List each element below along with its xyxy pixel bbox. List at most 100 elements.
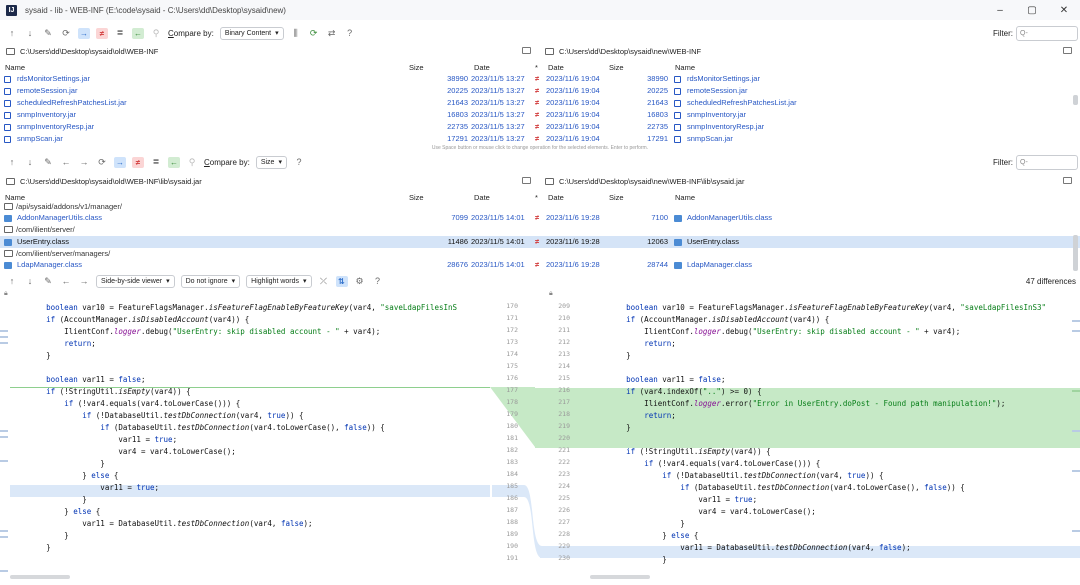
- arrow-down-icon[interactable]: ↓: [24, 156, 36, 168]
- filter-group: Filter: Q-: [993, 154, 1078, 170]
- arrow-up-icon[interactable]: ↑: [6, 27, 18, 39]
- left-path[interactable]: C:\Users\dd\Desktop\sysaid\old\WEB-INF: [0, 44, 539, 58]
- swap-icon[interactable]: ⇄: [326, 27, 338, 39]
- jar-file-icon: [674, 100, 681, 107]
- compare-by-label: Compare by:: [204, 157, 250, 167]
- line-number: 187: [506, 506, 518, 514]
- browse-folder-icon[interactable]: [1063, 177, 1072, 184]
- copy-left-icon[interactable]: ←: [168, 156, 180, 168]
- edit-icon[interactable]: ✎: [42, 156, 54, 168]
- settings-icon[interactable]: ⚙: [354, 275, 366, 287]
- left-editor[interactable]: boolean var10 = FeatureFlagsManager.isFe…: [10, 301, 490, 571]
- help-icon[interactable]: ?: [293, 156, 305, 168]
- code-line: if (!var4.equals(var4.toLowerCase())) {: [644, 459, 821, 468]
- refresh-icon[interactable]: ⟳: [60, 27, 72, 39]
- arrow-up-icon[interactable]: ↑: [6, 275, 18, 287]
- arrow-down-icon[interactable]: ↓: [24, 27, 36, 39]
- col-name-right[interactable]: Name: [675, 63, 695, 72]
- exclude-icon[interactable]: ⚲: [150, 27, 162, 39]
- line-number: 230: [558, 554, 570, 562]
- jar-file-icon: [4, 124, 11, 131]
- right-path[interactable]: C:\Users\dd\Desktop\sysaid\new\WEB-INF\l…: [539, 174, 1080, 188]
- col-star[interactable]: *: [535, 63, 538, 72]
- filter-input[interactable]: Q-: [1016, 154, 1078, 170]
- help-icon[interactable]: ?: [344, 27, 356, 39]
- title-bar: IJ sysaid - lib - WEB-INF (E:\code\sysai…: [0, 0, 1080, 20]
- jar-file-icon: [4, 136, 11, 143]
- edit-icon[interactable]: ✎: [42, 27, 54, 39]
- table-row[interactable]: scheduledRefreshPatchesList.jar 21643 2023…: [0, 97, 1080, 109]
- browse-folder-icon[interactable]: [1063, 47, 1072, 54]
- copy-right-icon[interactable]: →: [78, 27, 90, 39]
- code-line: IlientConf.logger.debug("UserEntry: skip…: [10, 327, 381, 336]
- minimize-button[interactable]: –: [984, 0, 1016, 20]
- col-size[interactable]: Size: [409, 63, 424, 72]
- folder-icon: [545, 177, 554, 185]
- compare-by-dropdown[interactable]: Size ▾: [255, 155, 287, 169]
- line-number: 186: [506, 494, 518, 502]
- table-row[interactable]: remoteSession.jar 20225 2023/11/5 13:27 ≠ 20…: [0, 85, 1080, 97]
- viewer-mode-dropdown[interactable]: Side-by-side viewer ▾: [96, 274, 175, 288]
- col-size-right[interactable]: Size: [609, 63, 624, 72]
- browse-folder-icon[interactable]: [522, 177, 531, 184]
- right-editor[interactable]: boolean var10 = FeatureFlagsManager.isFe…: [590, 301, 1080, 571]
- highlight-dropdown[interactable]: Highlight words ▾: [246, 274, 312, 288]
- table-scrollbar[interactable]: [1073, 235, 1078, 271]
- show-equal-icon[interactable]: =: [114, 28, 126, 39]
- code-line: var4 = var4.toLowerCase();: [590, 507, 816, 516]
- browse-folder-icon[interactable]: [522, 47, 531, 54]
- copy-right-icon[interactable]: →: [114, 156, 126, 168]
- gutter-marker: [0, 342, 8, 344]
- right-path[interactable]: C:\Users\dd\Desktop\sysaid\new\WEB-INF: [539, 44, 1080, 58]
- left-path[interactable]: C:\Users\dd\Desktop\sysaid\old\WEB-INF\l…: [0, 174, 539, 188]
- show-different-icon[interactable]: ≠: [96, 27, 108, 39]
- col-date[interactable]: Date: [474, 63, 490, 72]
- code-line: if (!StringUtil.isEmpty(var4)) {: [626, 447, 771, 456]
- ignore-dropdown[interactable]: Do not ignore ▾: [180, 274, 241, 288]
- close-button[interactable]: ✕: [1048, 0, 1080, 20]
- arrow-up-icon[interactable]: ↑: [6, 156, 18, 168]
- gutter-marker: [1072, 430, 1080, 432]
- sync-scroll-icon[interactable]: ⇅: [335, 275, 348, 287]
- forward-icon[interactable]: →: [78, 275, 90, 287]
- copy-left-icon[interactable]: ←: [132, 27, 144, 39]
- line-number: 171: [506, 314, 518, 322]
- table-row[interactable]: snmpInventoryResp.jar 22735 2023/11/5 13:2…: [0, 121, 1080, 133]
- code-line: var11 = DatabaseUtil.testDbConnection(va…: [590, 543, 911, 552]
- table-row-selected[interactable]: UserEntry.class 11486 2023/11/5 14:01 ≠ …: [0, 236, 1080, 248]
- table-row[interactable]: rdsMonitorSettings.jar 38990 2023/11/5 13:…: [0, 73, 1080, 85]
- table-row[interactable]: snmpScan.jar 17291 2023/11/5 13:27 ≠ 2023/11…: [0, 133, 1080, 145]
- arrow-down-icon[interactable]: ↓: [24, 275, 36, 287]
- line-number: 179: [506, 410, 518, 418]
- right-path-text: C:\Users\dd\Desktop\sysaid\new\WEB-INF: [559, 46, 702, 56]
- horizontal-scrollbar[interactable]: [590, 575, 650, 579]
- line-number: 170: [506, 302, 518, 310]
- horizontal-scrollbar[interactable]: [10, 575, 70, 579]
- back-icon[interactable]: ←: [60, 275, 72, 287]
- forward-icon[interactable]: →: [78, 156, 90, 168]
- table-scrollbar[interactable]: [1073, 95, 1078, 105]
- help-icon[interactable]: ?: [372, 275, 384, 287]
- refresh-icon[interactable]: ⟳: [96, 156, 108, 168]
- col-date-right[interactable]: Date: [548, 63, 564, 72]
- settings-refresh-icon[interactable]: ⟳: [308, 27, 320, 39]
- show-different-icon[interactable]: ≠: [132, 156, 144, 168]
- edit-icon[interactable]: ✎: [42, 275, 54, 287]
- table-row[interactable]: LdapManager.class 28676 2023/11/5 14:01 …: [0, 259, 1080, 271]
- sync-icon[interactable]: ⫼: [290, 27, 302, 39]
- table-row[interactable]: snmpInventory.jar 16803 2023/11/5 13:27 ≠ 20…: [0, 109, 1080, 121]
- jar-file-icon: [4, 76, 11, 83]
- table-row[interactable]: AddonManagerUtils.class 7099 2023/11/5 1…: [0, 212, 1080, 224]
- line-number: 221: [558, 446, 570, 454]
- dir-row[interactable]: /com/ilient/server/: [0, 224, 1080, 236]
- col-name[interactable]: Name: [5, 63, 25, 72]
- exclude-icon[interactable]: ⚲: [186, 156, 198, 168]
- gutter-marker: [0, 460, 8, 462]
- compare-by-dropdown[interactable]: Binary Content ▾: [219, 26, 284, 40]
- maximize-button[interactable]: ▢: [1016, 0, 1048, 20]
- back-icon[interactable]: ←: [60, 156, 72, 168]
- filter-input[interactable]: Q-: [1016, 25, 1078, 41]
- show-equal-icon[interactable]: =: [150, 157, 162, 168]
- jar-file-icon: [4, 112, 11, 119]
- collapse-icon[interactable]: ⤫: [318, 275, 330, 287]
